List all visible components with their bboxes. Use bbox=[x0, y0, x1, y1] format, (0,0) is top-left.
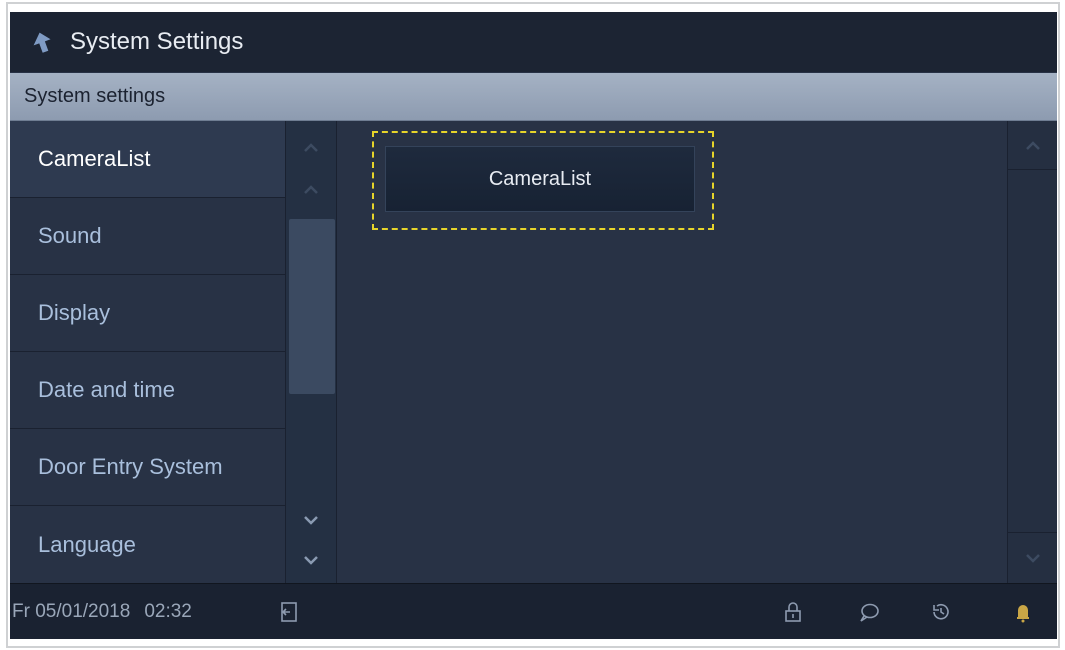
logout-icon[interactable] bbox=[278, 601, 300, 623]
scroll-thumb[interactable] bbox=[289, 219, 335, 394]
scroll-top-icon[interactable] bbox=[302, 141, 320, 155]
title-bar: System Settings bbox=[10, 12, 1057, 72]
device-screen: System Settings System settings CameraLi… bbox=[10, 12, 1057, 639]
menu-item-language[interactable]: Language bbox=[10, 506, 285, 583]
section-header: System settings bbox=[10, 73, 1057, 121]
menu-item-cameralist[interactable]: CameraList bbox=[10, 121, 285, 198]
scrollbar-divider bbox=[1008, 169, 1057, 170]
menu-item-sound[interactable]: Sound bbox=[10, 198, 285, 275]
scroll-bottom-icon[interactable] bbox=[302, 553, 320, 567]
message-icon[interactable] bbox=[858, 601, 880, 623]
bell-icon[interactable] bbox=[1012, 601, 1034, 623]
scroll-down-icon[interactable] bbox=[302, 513, 320, 527]
content-scroll-down-icon[interactable] bbox=[1024, 551, 1042, 565]
lock-icon[interactable] bbox=[782, 601, 804, 623]
content-scroll-up-icon[interactable] bbox=[1024, 139, 1042, 153]
history-icon[interactable] bbox=[930, 601, 952, 623]
page-title: System Settings bbox=[70, 28, 244, 55]
back-button[interactable] bbox=[30, 29, 56, 55]
scroll-up-icon[interactable] bbox=[302, 183, 320, 197]
menu-scrollbar[interactable] bbox=[285, 121, 337, 583]
menu-item-date-and-time[interactable]: Date and time bbox=[10, 352, 285, 429]
menu-item-display[interactable]: Display bbox=[10, 275, 285, 352]
status-date: Fr 05/01/2018 bbox=[12, 600, 131, 622]
scrollbar-divider bbox=[1008, 532, 1057, 533]
side-menu: CameraList Sound Display Date and time D… bbox=[10, 121, 285, 583]
content-panel: CameraList bbox=[337, 121, 1007, 583]
content-scrollbar[interactable] bbox=[1007, 121, 1057, 583]
cameralist-button[interactable]: CameraList bbox=[385, 146, 695, 212]
section-title: System settings bbox=[24, 85, 166, 107]
menu-item-door-entry-system[interactable]: Door Entry System bbox=[10, 429, 285, 506]
status-time: 02:32 bbox=[144, 600, 192, 622]
status-bar: Fr 05/01/2018 02:32 bbox=[10, 583, 1057, 639]
back-arrow-icon bbox=[33, 32, 51, 53]
